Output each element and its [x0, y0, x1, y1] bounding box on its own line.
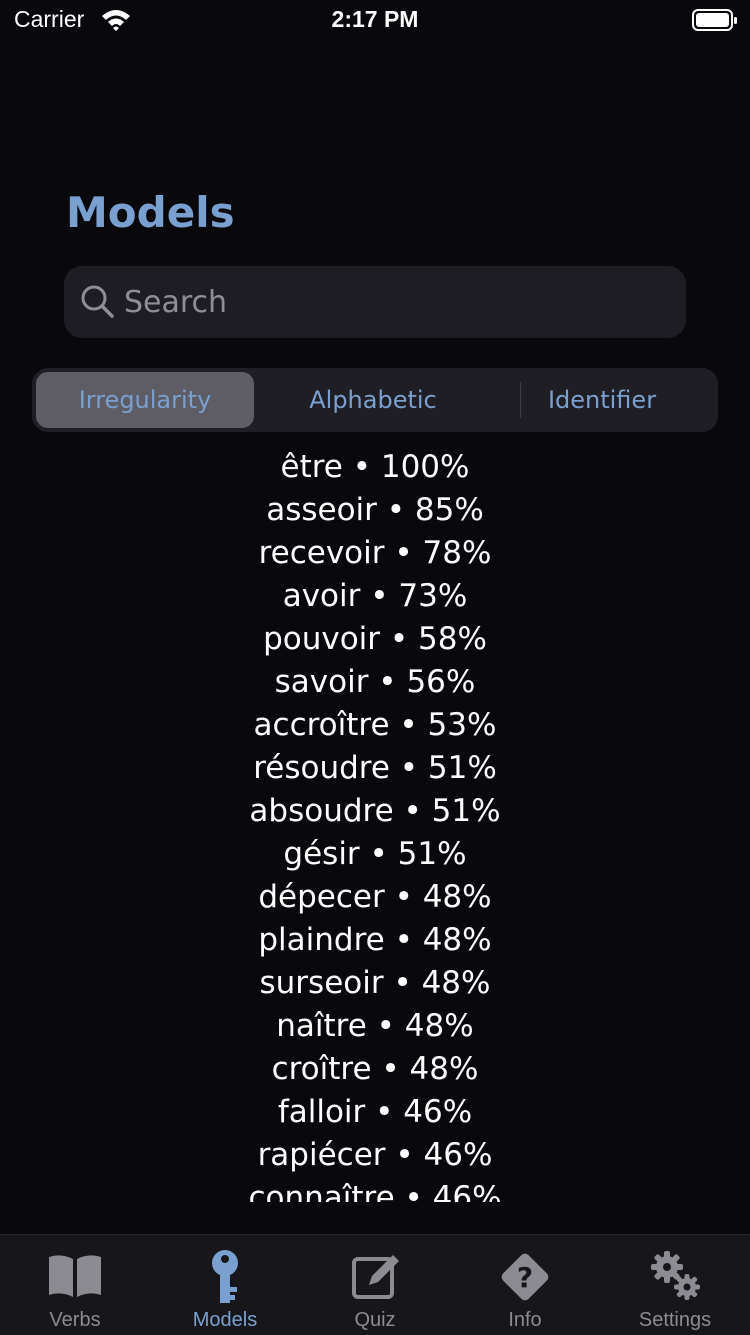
list-item[interactable]: plaindre • 48%: [0, 919, 750, 962]
tab-quiz[interactable]: Quiz: [300, 1235, 450, 1335]
list-item[interactable]: asseoir • 85%: [0, 489, 750, 532]
tab-settings[interactable]: Settings: [600, 1235, 750, 1335]
book-icon: [45, 1247, 105, 1307]
tab-label: Verbs: [49, 1309, 101, 1331]
models-list[interactable]: être • 100% asseoir • 85% recevoir • 78%…: [0, 446, 750, 1202]
list-item[interactable]: rapiécer • 46%: [0, 1134, 750, 1177]
gears-icon: [645, 1247, 705, 1307]
question-icon: ?: [495, 1247, 555, 1307]
segment-alphabetic[interactable]: Alphabetic: [258, 372, 488, 428]
list-item[interactable]: dépecer • 48%: [0, 876, 750, 919]
tab-info[interactable]: ? Info: [450, 1235, 600, 1335]
list-item[interactable]: avoir • 73%: [0, 575, 750, 618]
tab-label: Models: [192, 1309, 258, 1331]
tab-bar: Verbs Models Quiz ? Info Settings: [0, 1234, 750, 1335]
svg-text:?: ?: [517, 1261, 533, 1294]
status-bar: Carrier 2:17 PM: [0, 0, 750, 40]
search-input[interactable]: [124, 266, 664, 338]
tab-label: Info: [508, 1309, 542, 1331]
segment-identifier[interactable]: Identifier: [490, 372, 714, 428]
tab-label: Quiz: [354, 1309, 396, 1331]
list-item[interactable]: gésir • 51%: [0, 833, 750, 876]
tab-models[interactable]: Models: [150, 1235, 300, 1335]
list-item[interactable]: surseoir • 48%: [0, 962, 750, 1005]
list-item[interactable]: falloir • 46%: [0, 1091, 750, 1134]
tab-label: Settings: [638, 1309, 712, 1331]
list-item[interactable]: croître • 48%: [0, 1048, 750, 1091]
sort-segmented-control: Irregularity Alphabetic Identifier: [32, 368, 718, 432]
list-item[interactable]: recevoir • 78%: [0, 532, 750, 575]
list-item[interactable]: résoudre • 51%: [0, 747, 750, 790]
clock: 2:17 PM: [331, 6, 419, 32]
list-item[interactable]: naître • 48%: [0, 1005, 750, 1048]
page-title: Models: [66, 188, 235, 237]
list-item[interactable]: savoir • 56%: [0, 661, 750, 704]
segment-irregularity[interactable]: Irregularity: [36, 372, 254, 428]
battery-icon: [692, 8, 738, 36]
search-bar[interactable]: [64, 266, 686, 338]
search-icon: [80, 284, 116, 324]
tab-verbs[interactable]: Verbs: [0, 1235, 150, 1335]
list-item[interactable]: connaître • 46%: [0, 1177, 750, 1202]
list-item[interactable]: absoudre • 51%: [0, 790, 750, 833]
list-item[interactable]: accroître • 53%: [0, 704, 750, 747]
edit-icon: [345, 1247, 405, 1307]
key-icon: [195, 1247, 255, 1307]
list-item[interactable]: pouvoir • 58%: [0, 618, 750, 661]
list-item[interactable]: être • 100%: [0, 446, 750, 489]
